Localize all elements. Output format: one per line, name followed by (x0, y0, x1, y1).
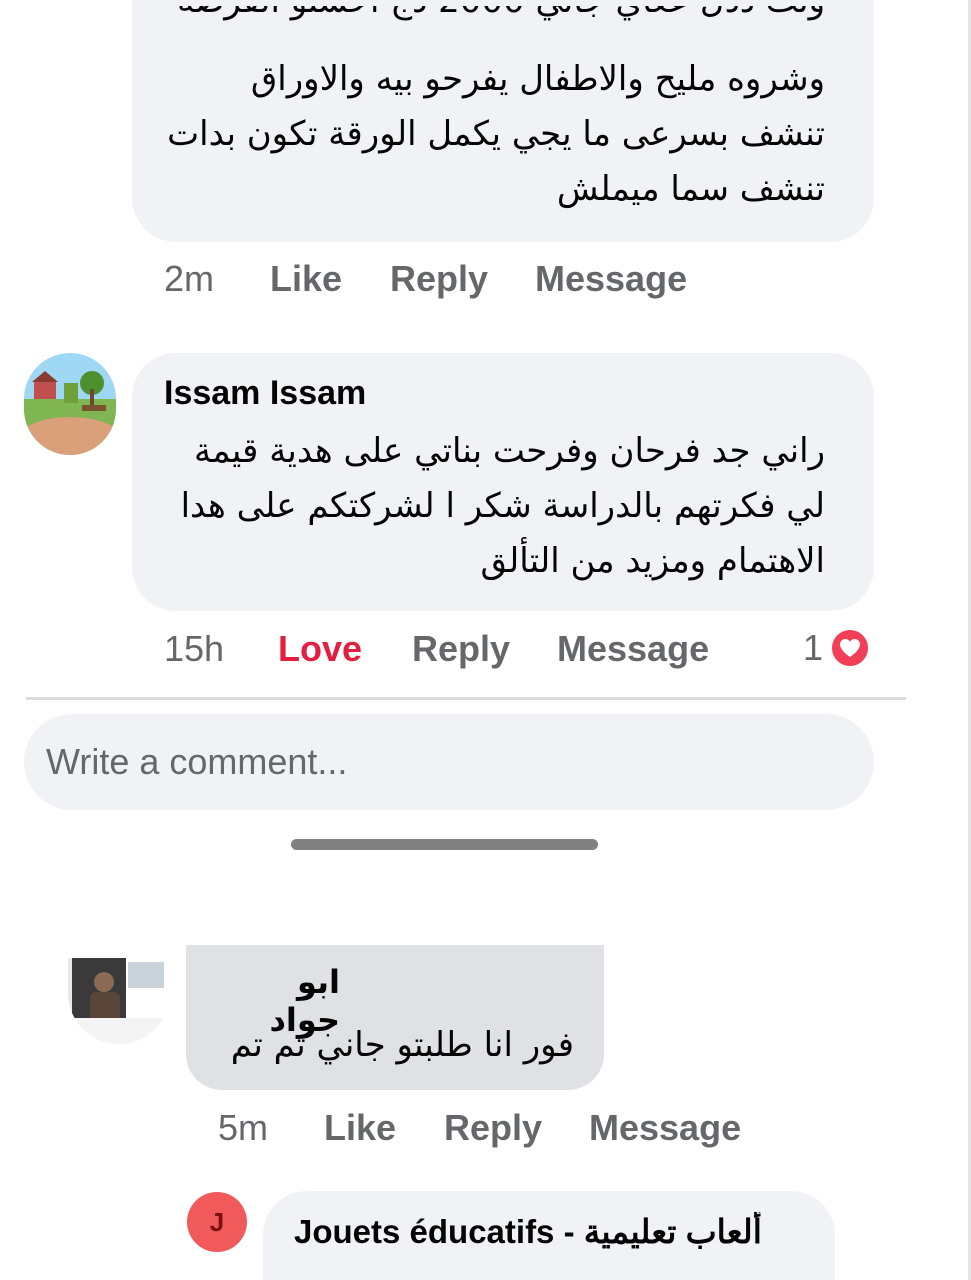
love-reaction-button[interactable]: Love (278, 628, 412, 670)
comment-actions: 2m Like Reply Message (164, 258, 687, 300)
comment-input-placeholder: Write a comment... (46, 741, 348, 782)
comment-text: راني جد فرحان وفرحت بناتي على هدية قيمة … (165, 424, 825, 589)
comment-timestamp: 5m (218, 1107, 269, 1148)
message-button[interactable]: Message (535, 258, 687, 300)
comment-text: وشروه مليح والاطفال يفرحو بيه والاوراق ت… (165, 52, 825, 217)
heart-icon (829, 627, 872, 669)
divider (26, 697, 906, 700)
comment-text: فور انا طلبتو جاني تم تم (230, 1025, 574, 1065)
drag-handle[interactable] (291, 839, 598, 850)
reply-button[interactable]: Reply (444, 1107, 589, 1149)
comment-text-line: راني جد فرحان وفرحت بناتي على هدية قيمة (193, 431, 825, 471)
comment-text-line: تنشف بسرعى ما يجي يكمل الورقة تكون بدات (167, 114, 825, 154)
comment-text-line: الاهتمام ومزيد من التألق (480, 541, 825, 581)
avatar[interactable]: J (187, 1192, 247, 1252)
avatar[interactable] (68, 958, 170, 1044)
reply-author[interactable]: Jouets éducatifs - ألعاب تعليمية (294, 1212, 814, 1258)
comment-actions: 5m Like Reply Message (218, 1107, 741, 1149)
comment-actions: 15h Love Reply Message (164, 628, 709, 670)
write-comment-input[interactable]: Write a comment... (24, 714, 874, 810)
like-button[interactable]: Like (324, 1107, 444, 1149)
comment-timestamp: 2m (164, 258, 215, 299)
comment-author[interactable]: Issam Issam (164, 374, 366, 413)
message-button[interactable]: Message (589, 1107, 741, 1149)
reaction-count[interactable]: 1 (803, 627, 872, 669)
reply-button[interactable]: Reply (390, 258, 535, 300)
comment-text-line: تنشف سما ميملش (556, 169, 825, 209)
comment-text-line: لي فكرتهم بالدراسة شكر ا لشركتكم على هدا (180, 486, 825, 526)
message-button[interactable]: Message (557, 628, 709, 670)
reaction-count-value: 1 (803, 627, 824, 668)
comment-text-cutoff-line: ونت ددل ععاي جاني 2000 دج احسنو الفرصة (165, 6, 825, 36)
avatar-letter: J (209, 1206, 225, 1237)
park-scene-avatar-icon (24, 353, 116, 455)
car-photo-avatar-icon (68, 958, 170, 1044)
comment-text-line: وشروه مليح والاطفال يفرحو بيه والاوراق (250, 59, 825, 99)
reply-button[interactable]: Reply (412, 628, 557, 670)
like-button[interactable]: Like (270, 258, 390, 300)
comment-timestamp: 15h (164, 628, 225, 669)
avatar[interactable] (24, 353, 116, 455)
